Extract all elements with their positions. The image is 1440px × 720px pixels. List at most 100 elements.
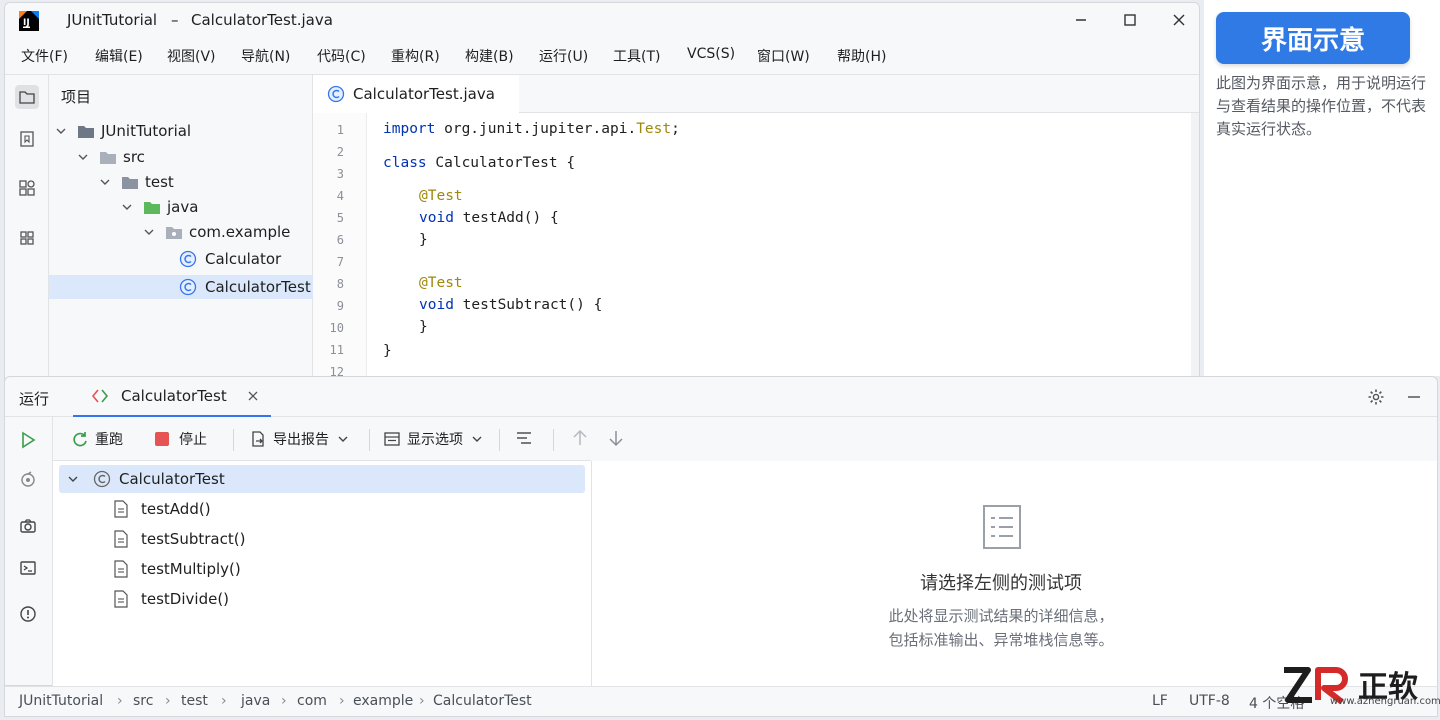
title-bar: IJ JUnitTutorial – CalculatorTest.java (5, 3, 1199, 37)
editor-tab-label: CalculatorTest.java (353, 85, 495, 103)
run-play-icon[interactable] (19, 431, 37, 453)
close-icon[interactable] (247, 390, 259, 402)
arrow-up-icon[interactable] (571, 429, 589, 451)
test-results-tree: CalculatorTest testAdd() testSubtract() … (53, 461, 591, 687)
encoding-indicator[interactable]: UTF-8 (1189, 693, 1230, 709)
side-note-panel: 界面示意 此图为界面示意，用于说明运行与查看结果的操作位置，不代表真实运行状态。 (1204, 0, 1440, 376)
line-ending-indicator[interactable]: LF (1152, 693, 1168, 709)
breadcrumb-item[interactable]: java (241, 693, 270, 709)
code-line-9: void testSubtract() { (419, 297, 602, 313)
chevron-right-icon: › (339, 693, 345, 709)
breadcrumb-item[interactable]: src (133, 693, 153, 709)
code-line-8: @Test (419, 275, 463, 291)
rerun-icon (71, 430, 89, 448)
test-item-row[interactable]: testDivide() (113, 585, 229, 613)
menu-code[interactable]: 代码(C) (317, 46, 366, 66)
gear-icon[interactable] (1367, 388, 1385, 410)
code-text: testSubtract() { (453, 297, 603, 313)
problems-icon[interactable] (19, 605, 37, 627)
minimize-button[interactable] (1066, 8, 1096, 32)
breadcrumb-item[interactable]: CalculatorTest (433, 693, 532, 709)
run-side-strip (5, 417, 53, 687)
run-tab[interactable]: CalculatorTest (73, 377, 271, 417)
display-options-button[interactable]: 显示选项 (383, 429, 483, 449)
tree-row-java[interactable]: java (49, 195, 313, 219)
close-window-button[interactable] (1164, 8, 1194, 32)
structure-icon[interactable] (15, 176, 39, 200)
tree-row-package[interactable]: com.example (49, 220, 313, 244)
menu-vcs[interactable]: VCS(S) (687, 46, 735, 62)
intellij-logo-icon: IJ (19, 11, 39, 31)
breadcrumb-item[interactable]: example (353, 693, 413, 709)
project-panel-title: 项目 (61, 88, 92, 106)
watermark-url: www.azhengruan.com (1330, 696, 1440, 707)
breadcrumb-item[interactable]: JUnitTutorial (19, 693, 103, 709)
test-item-row[interactable]: testAdd() (113, 495, 211, 523)
package-icon (165, 224, 183, 240)
tree-label: Calculator (205, 250, 282, 268)
test-item-row[interactable]: testMultiply() (113, 555, 241, 583)
stop-label: 停止 (179, 432, 207, 448)
chevron-down-icon[interactable] (121, 201, 135, 213)
chevron-down-icon[interactable] (143, 226, 157, 238)
tree-row-test[interactable]: test (49, 170, 313, 194)
sort-icon[interactable] (515, 429, 533, 447)
plugins-grid-icon[interactable] (15, 226, 39, 250)
editor-scrollbar[interactable] (1191, 113, 1199, 379)
tree-row-calculatortest[interactable]: CalculatorTest (49, 275, 313, 299)
chevron-down-icon[interactable] (99, 176, 113, 188)
breadcrumb-item[interactable]: com (297, 693, 327, 709)
detail-heading: 请选择左侧的测试项 (920, 573, 1082, 594)
bookmarks-icon[interactable] (15, 127, 39, 151)
menu-window[interactable]: 窗口(W) (757, 46, 810, 66)
tree-row-calculator[interactable]: Calculator (49, 247, 313, 271)
chevron-down-icon[interactable] (55, 125, 69, 137)
camera-icon[interactable] (19, 517, 37, 539)
run-toolbar: 重跑 停止 导出报告 显示选项 (53, 417, 591, 461)
code-editor[interactable]: CalculatorTest.java 1 2 3 4 5 6 7 8 9 10… (313, 75, 1199, 379)
display-label: 显示选项 (407, 432, 463, 448)
menu-build[interactable]: 构建(B) (465, 46, 514, 66)
line-number: 3 (336, 167, 344, 181)
menu-tools[interactable]: 工具(T) (613, 46, 660, 66)
test-run-icon (91, 388, 111, 404)
folder-icon (99, 149, 117, 165)
minimize-panel-icon[interactable] (1405, 388, 1423, 410)
chevron-down-icon[interactable] (67, 473, 79, 485)
menu-edit[interactable]: 编辑(E) (95, 46, 143, 66)
rerun-button[interactable]: 重跑 (71, 429, 123, 449)
test-root-label: CalculatorTest (119, 470, 225, 488)
chevron-down-icon[interactable] (77, 151, 91, 163)
toolbar-divider (499, 429, 500, 451)
tree-row-src[interactable]: src (49, 145, 313, 169)
tool-window-strip (5, 75, 49, 379)
test-root-row[interactable]: CalculatorTest (59, 465, 585, 493)
menu-file[interactable]: 文件(F) (21, 46, 68, 66)
project-folder-icon[interactable] (15, 85, 39, 109)
maximize-button[interactable] (1115, 8, 1145, 32)
code-line-11: } (383, 343, 392, 359)
line-number: 7 (336, 255, 344, 269)
arrow-down-icon[interactable] (607, 429, 625, 451)
editor-tab-active[interactable]: CalculatorTest.java (313, 75, 519, 113)
code-line-1: import org.junit.jupiter.api.Test; (383, 121, 680, 137)
window-file-name: CalculatorTest.java (191, 11, 333, 29)
debug-rerun-icon[interactable] (19, 471, 37, 493)
tree-label: test (145, 173, 174, 191)
tree-row-root[interactable]: JUnitTutorial (49, 119, 313, 143)
menu-navigate[interactable]: 导航(N) (241, 46, 290, 66)
stop-button[interactable]: 停止 (155, 429, 207, 449)
test-item-label: testSubtract() (141, 530, 246, 548)
test-item-row[interactable]: testSubtract() (113, 525, 245, 553)
project-panel: 项目 JUnitTutorial src test java com.examp… (49, 75, 313, 379)
menu-refactor[interactable]: 重构(R) (391, 46, 440, 66)
menu-help[interactable]: 帮助(H) (837, 46, 886, 66)
side-note-text: 此图为界面示意，用于说明运行与查看结果的操作位置，不代表真实运行状态。 (1216, 74, 1427, 138)
breadcrumb-item[interactable]: test (181, 693, 208, 709)
export-report-button[interactable]: 导出报告 (249, 429, 349, 449)
detail-line-2: 包括标准输出、异常堆栈信息等。 (888, 631, 1114, 649)
menu-run[interactable]: 运行(U) (539, 46, 588, 66)
terminal-icon[interactable] (19, 559, 37, 581)
code-text: org.junit.jupiter.api. (435, 121, 637, 137)
menu-view[interactable]: 视图(V) (167, 46, 216, 66)
